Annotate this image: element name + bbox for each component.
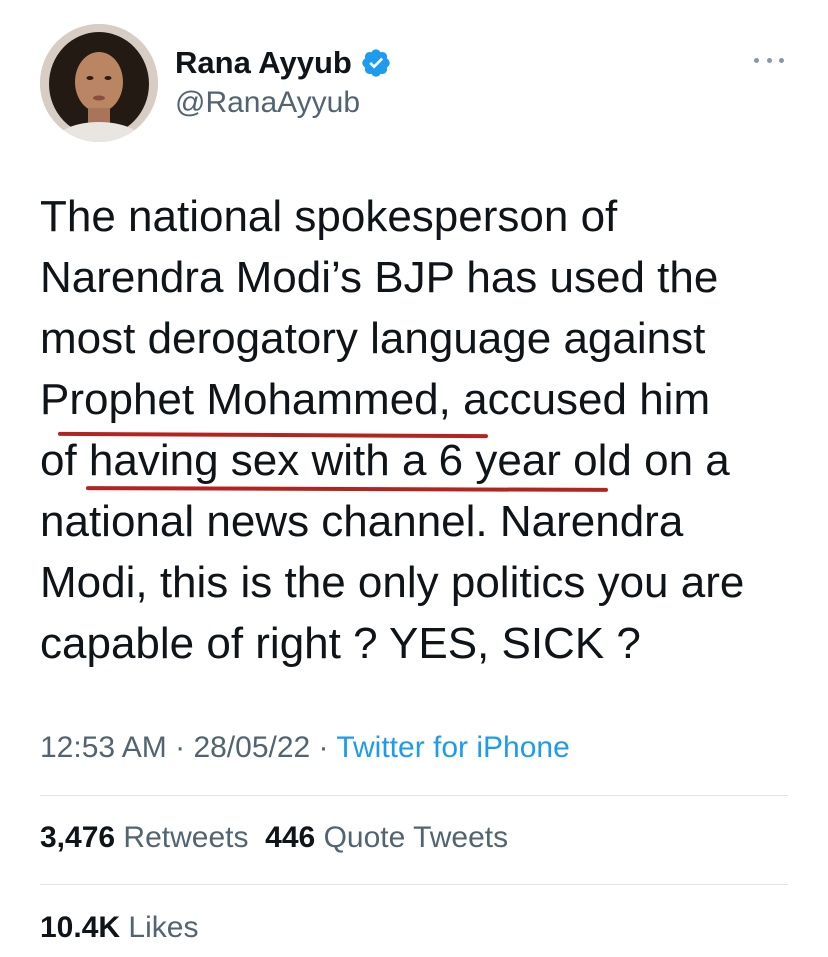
avatar[interactable] bbox=[40, 24, 158, 142]
engagement-stats-row: 3,476 Retweets 446 Quote Tweets bbox=[40, 818, 508, 858]
likes-stats-row: 10.4K Likes bbox=[40, 908, 198, 948]
dot bbox=[779, 57, 784, 63]
meta-separator: · bbox=[310, 731, 337, 764]
tweet-line: most derogatory language against bbox=[40, 314, 706, 363]
quote-tweets-stat[interactable]: 446 Quote Tweets bbox=[265, 821, 508, 854]
avatar-image bbox=[40, 24, 158, 142]
tweet-line: capable of right ? YES, SICK ? bbox=[40, 619, 641, 668]
tweet-text: The national spokesperson of Narendra Mo… bbox=[40, 186, 820, 674]
quote-tweets-count: 446 bbox=[265, 821, 316, 854]
likes-count: 10.4K bbox=[40, 911, 121, 944]
tweet-line: national news channel. Narendra bbox=[40, 497, 684, 546]
quote-tweets-label: Quote Tweets bbox=[323, 821, 509, 854]
tweet-line: Modi, this is the only politics you are bbox=[40, 558, 745, 607]
tweet-line: Narendra Modi’s BJP has used the bbox=[40, 253, 719, 302]
retweets-count: 3,476 bbox=[40, 821, 116, 854]
likes-label: Likes bbox=[128, 911, 199, 944]
tweet-line: of having sex with a 6 year old on a bbox=[40, 436, 730, 485]
divider bbox=[40, 884, 788, 885]
retweets-label: Retweets bbox=[123, 821, 249, 854]
divider bbox=[40, 795, 788, 796]
more-options-icon[interactable] bbox=[754, 50, 784, 70]
display-name[interactable]: Rana Ayyub bbox=[175, 44, 352, 82]
author-handle[interactable]: @RanaAyyub bbox=[175, 84, 360, 122]
tweet-line: Prophet Mohammed, accused him bbox=[40, 375, 711, 424]
retweets-stat[interactable]: 3,476 Retweets bbox=[40, 821, 248, 854]
dot bbox=[754, 57, 759, 63]
verified-badge-icon bbox=[360, 47, 392, 79]
tweet-meta: 12:53 AM · 28/05/22 · Twitter for iPhone bbox=[40, 728, 570, 768]
dot bbox=[766, 57, 772, 63]
tweet-date[interactable]: 28/05/22 bbox=[193, 731, 310, 764]
author-name-row: Rana Ayyub bbox=[175, 44, 392, 82]
tweet-time[interactable]: 12:53 AM bbox=[40, 731, 167, 764]
tweet-line: The national spokesperson of bbox=[40, 192, 618, 241]
tweet-source-link[interactable]: Twitter for iPhone bbox=[336, 731, 569, 764]
likes-stat[interactable]: 10.4K Likes bbox=[40, 911, 198, 944]
meta-separator: · bbox=[166, 731, 194, 764]
